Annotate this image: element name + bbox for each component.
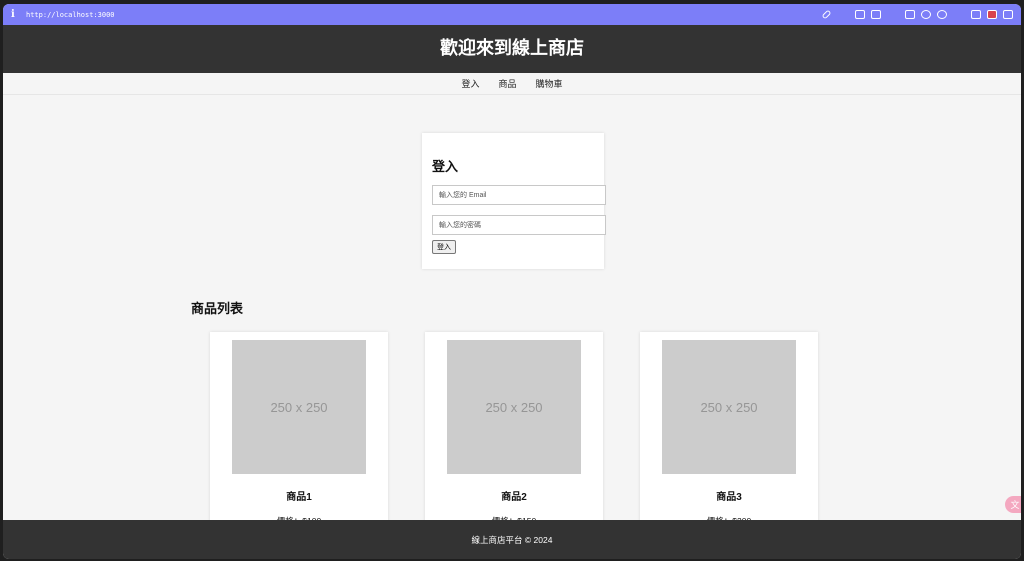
product-name: 商品2	[501, 492, 527, 503]
main-nav: 登入 商品 購物車	[3, 73, 1021, 95]
nav-cart-link[interactable]: 購物車	[536, 77, 563, 90]
email-input[interactable]	[432, 185, 606, 205]
products-title: 商品列表	[191, 301, 244, 316]
site-header: 歡迎來到線上商店	[3, 25, 1021, 73]
footer-text: 線上商店平台 © 2024	[471, 534, 553, 545]
translate-icon[interactable]: 文	[1005, 496, 1021, 513]
camera-icon[interactable]	[871, 10, 881, 19]
site-footer: 線上商店平台 © 2024	[3, 520, 1021, 559]
product-card[interactable]: 250 x 250 商品3 價格：$200	[640, 332, 818, 532]
login-title: 登入	[432, 159, 459, 174]
globe-icon[interactable]	[921, 10, 931, 19]
crosshair-icon[interactable]	[937, 10, 947, 19]
product-image: 250 x 250	[662, 340, 796, 474]
link-icon[interactable]	[821, 9, 832, 20]
info-icon[interactable]: i	[11, 9, 21, 20]
screenshot-icon[interactable]	[855, 10, 865, 19]
product-image: 250 x 250	[232, 340, 366, 474]
nav-login-link[interactable]: 登入	[461, 77, 479, 90]
product-image: 250 x 250	[447, 340, 581, 474]
login-button[interactable]: 登入	[432, 240, 456, 254]
nav-products-link[interactable]: 商品	[498, 77, 516, 90]
url-text[interactable]: http://localhost:3000	[26, 11, 115, 19]
main-content: 登入 登入 商品列表 250 x 250 商品1 價格：$100 250 x 2…	[3, 95, 1021, 538]
browser-toolbar: i http://localhost:3000	[3, 4, 1021, 25]
login-card: 登入 登入	[422, 133, 606, 269]
product-name: 商品1	[286, 492, 312, 503]
product-name: 商品3	[716, 492, 742, 503]
password-input[interactable]	[432, 215, 606, 235]
terminal-icon[interactable]	[905, 10, 915, 19]
product-card[interactable]: 250 x 250 商品1 價格：$100	[210, 332, 388, 532]
browser-window: i http://localhost:3000 歡迎來到線上商店 登入 商品 購…	[3, 4, 1021, 559]
page-title: 歡迎來到線上商店	[440, 37, 584, 58]
extension-red-icon[interactable]	[987, 10, 997, 19]
extension-icon[interactable]	[971, 10, 981, 19]
toolbar-icons	[821, 9, 1013, 20]
sidebar-icon[interactable]	[1003, 10, 1013, 19]
product-card[interactable]: 250 x 250 商品2 價格：$150	[425, 332, 603, 532]
